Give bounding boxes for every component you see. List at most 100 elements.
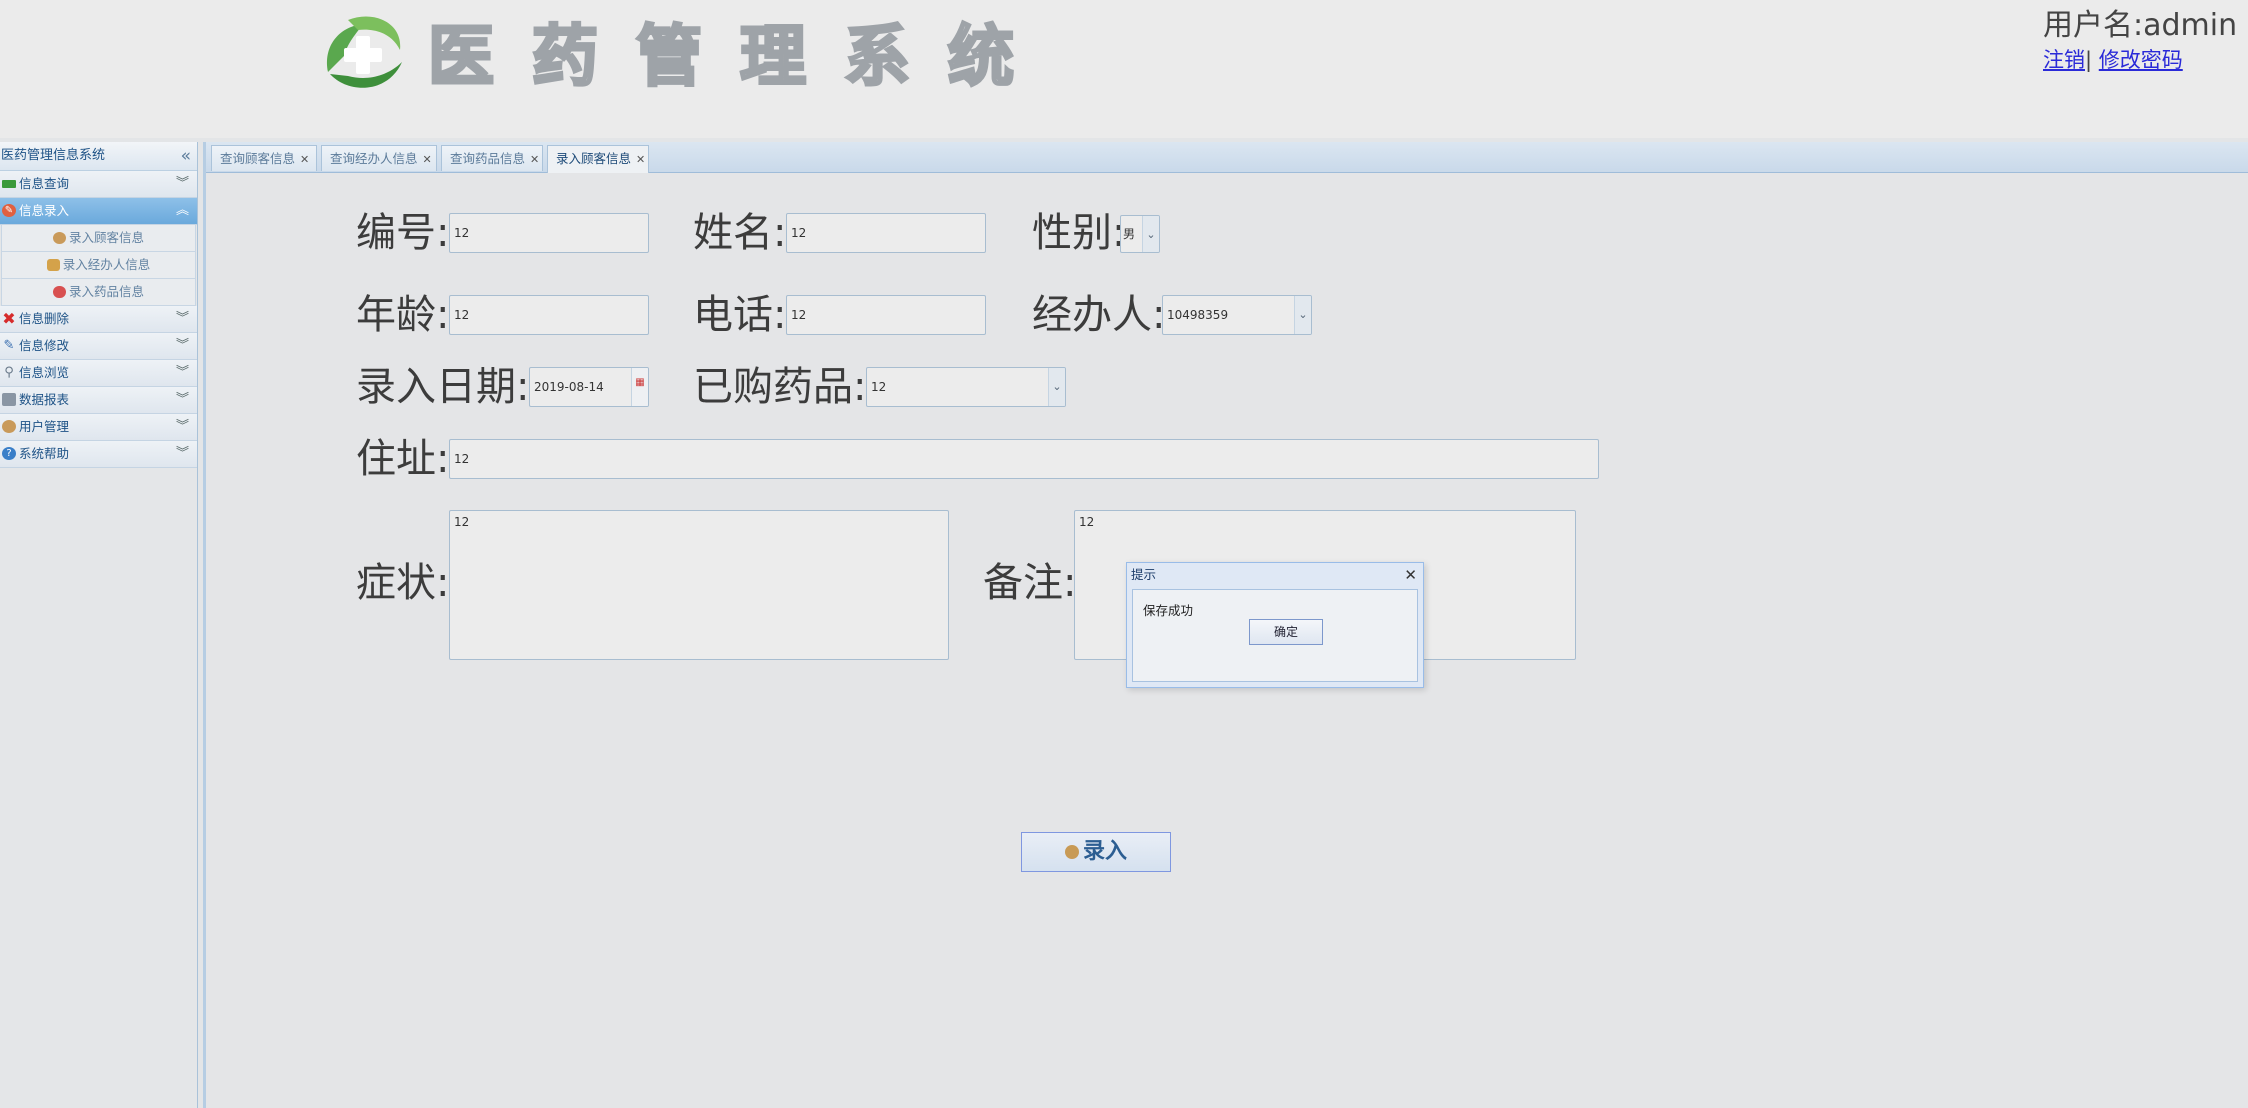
- menu-help-label: 系统帮助: [19, 446, 70, 461]
- calendar-icon[interactable]: ▦: [631, 368, 648, 406]
- user-links: 注销| 修改密码: [2043, 44, 2183, 74]
- date-label: 录入日期:: [356, 364, 530, 410]
- chevron-down-icon: ︾: [175, 365, 189, 380]
- tab-label: 查询经办人信息: [330, 151, 418, 166]
- chevron-down-icon: ︾: [175, 176, 189, 191]
- date-value: 2019-08-14: [534, 380, 604, 394]
- menu-browse[interactable]: ⚲ 信息浏览 ︾: [0, 360, 197, 387]
- tab-query-agent[interactable]: 查询经办人信息 ✕: [321, 145, 437, 171]
- submit-label: 录入: [1082, 839, 1127, 864]
- id-label: 编号:: [356, 210, 450, 256]
- tab-query-customer[interactable]: 查询顾客信息 ✕: [211, 145, 317, 171]
- tab-label: 查询顾客信息: [220, 151, 296, 166]
- menu-reports-label: 数据报表: [19, 392, 70, 407]
- close-icon[interactable]: ✕: [423, 153, 432, 166]
- name-label: 姓名:: [693, 210, 787, 256]
- sidebar: 医药管理信息系统 « 信息查询 ︾ ✎ 信息录入 ︽ 录入顾客信息 录入经办人信…: [0, 142, 198, 1108]
- close-icon[interactable]: ✕: [300, 153, 309, 166]
- agent-select[interactable]: 10498359 ⌄: [1162, 295, 1312, 335]
- tab-add-customer[interactable]: 录入顾客信息 ✕: [547, 145, 649, 173]
- age-input[interactable]: 12: [449, 295, 649, 335]
- pencil-icon: ✎: [3, 338, 15, 353]
- chevron-down-icon: ︾: [175, 419, 189, 434]
- menu-delete-label: 信息删除: [19, 311, 70, 326]
- dialog-body: 保存成功 确定: [1132, 589, 1418, 682]
- menu-reports[interactable]: 数据报表 ︾: [0, 387, 197, 414]
- query-icon: [2, 180, 16, 188]
- dialog-title: 提示: [1131, 567, 1157, 582]
- header: 医药管理系统 用户名:admin 注销| 修改密码: [0, 0, 2248, 138]
- menu-entry[interactable]: ✎ 信息录入 ︽: [0, 198, 197, 225]
- logout-link[interactable]: 注销: [2043, 48, 2085, 72]
- gender-select[interactable]: 男 ⌄: [1120, 215, 1160, 253]
- menu-entry-label: 信息录入: [19, 203, 70, 218]
- chevron-down-icon: ⌄: [1048, 368, 1065, 406]
- phone-label: 电话:: [693, 292, 787, 338]
- tab-query-drug[interactable]: 查询药品信息 ✕: [441, 145, 543, 171]
- sidebar-title: 医药管理信息系统 «: [0, 142, 197, 171]
- menu-help[interactable]: ? 系统帮助 ︾: [0, 441, 197, 468]
- address-label: 住址:: [356, 436, 450, 482]
- menu-delete[interactable]: ✖ 信息删除 ︾: [0, 306, 197, 333]
- drug-label: 已购药品:: [693, 364, 867, 410]
- sidebar-item-label: 录入经办人信息: [62, 257, 151, 272]
- entry-icon: ✎: [2, 204, 16, 217]
- gender-label: 性别:: [1032, 210, 1126, 256]
- symptom-label: 症状:: [356, 560, 450, 606]
- menu-edit[interactable]: ✎ 信息修改 ︾: [0, 333, 197, 360]
- tab-bar: 查询顾客信息 ✕ 查询经办人信息 ✕ 查询药品信息 ✕ 录入顾客信息 ✕: [206, 142, 2248, 173]
- chevron-down-icon: ︾: [175, 338, 189, 353]
- close-icon[interactable]: ✕: [530, 153, 539, 166]
- menu-query[interactable]: 信息查询 ︾: [0, 171, 197, 198]
- symptom-textarea[interactable]: 12: [449, 510, 949, 660]
- agent-value: 10498359: [1167, 308, 1229, 322]
- menu-browse-label: 信息浏览: [19, 365, 70, 380]
- alert-dialog: 提示 ✕ 保存成功 确定: [1126, 562, 1424, 688]
- collapse-sidebar-icon[interactable]: «: [181, 142, 191, 170]
- address-input[interactable]: 12: [449, 439, 1599, 479]
- change-password-link[interactable]: 修改密码: [2099, 48, 2183, 72]
- sidebar-title-text: 医药管理信息系统: [1, 148, 106, 163]
- pill-icon: [52, 286, 66, 298]
- agent-label: 经办人:: [1032, 292, 1166, 338]
- close-icon[interactable]: ✕: [1404, 563, 1417, 587]
- menu-query-label: 信息查询: [19, 176, 70, 191]
- logo-icon: [327, 16, 402, 88]
- customer-icon: [52, 232, 66, 244]
- gender-value: 男: [1123, 227, 1136, 241]
- close-icon[interactable]: ✕: [636, 153, 645, 166]
- chevron-down-icon: ⌄: [1294, 296, 1311, 334]
- menu-users-label: 用户管理: [19, 419, 70, 434]
- sidebar-item-add-customer[interactable]: 录入顾客信息: [1, 225, 196, 252]
- chevron-up-icon: ︽: [175, 203, 189, 218]
- delete-icon: ✖: [2, 309, 16, 328]
- chevron-down-icon: ⌄: [1142, 216, 1159, 252]
- menu-edit-label: 信息修改: [19, 338, 70, 353]
- sidebar-item-add-agent[interactable]: 录入经办人信息: [1, 252, 196, 279]
- app-title: 医药管理系统: [427, 16, 1052, 97]
- drug-select[interactable]: 12 ⌄: [866, 367, 1066, 407]
- menu-users[interactable]: 用户管理 ︾: [0, 414, 197, 441]
- tab-label: 查询药品信息: [450, 151, 526, 166]
- user-icon: [2, 420, 16, 433]
- printer-icon: [2, 393, 16, 406]
- sidebar-item-add-drug[interactable]: 录入药品信息: [1, 279, 196, 306]
- sidebar-item-label: 录入顾客信息: [68, 230, 144, 245]
- name-input[interactable]: 12: [786, 213, 986, 253]
- magnifier-icon: ⚲: [4, 365, 14, 380]
- link-separator: |: [2085, 48, 2093, 72]
- chevron-down-icon: ︾: [175, 392, 189, 407]
- dialog-message: 保存成功: [1143, 603, 1194, 618]
- username-label: 用户名:admin: [2043, 8, 2238, 43]
- ok-button[interactable]: 确定: [1249, 619, 1323, 645]
- dialog-title-bar[interactable]: 提示 ✕: [1127, 563, 1423, 587]
- tab-label: 录入顾客信息: [556, 151, 632, 166]
- chevron-down-icon: ︾: [175, 311, 189, 326]
- help-icon: ?: [2, 447, 16, 460]
- id-input[interactable]: 12: [449, 213, 649, 253]
- user-icon: [1064, 845, 1079, 859]
- date-input[interactable]: 2019-08-14 ▦: [529, 367, 649, 407]
- submit-button[interactable]: 录入: [1021, 832, 1171, 872]
- phone-input[interactable]: 12: [786, 295, 986, 335]
- age-label: 年龄:: [356, 292, 450, 338]
